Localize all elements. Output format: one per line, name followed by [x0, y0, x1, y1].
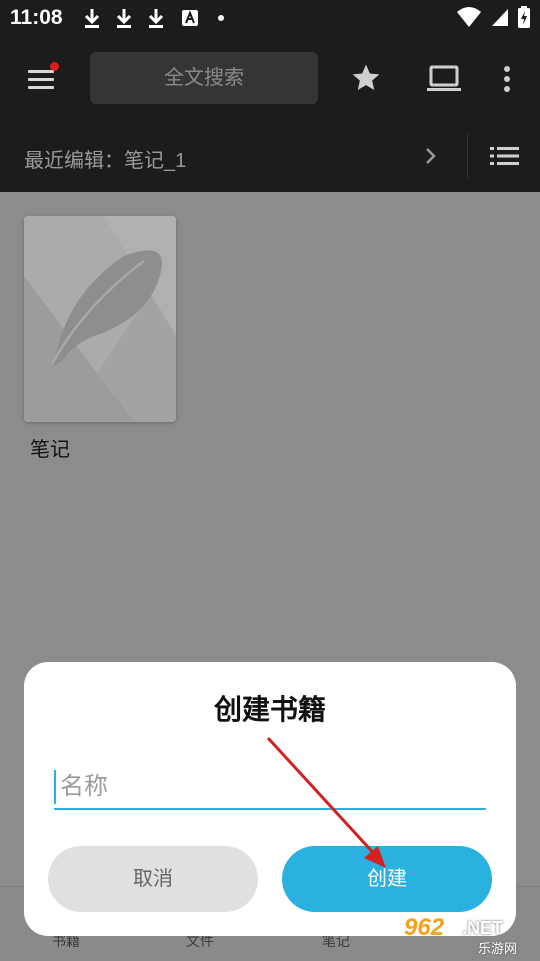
- create-button[interactable]: 创建: [282, 846, 492, 912]
- dialog-title: 创建书籍: [213, 694, 326, 725]
- status-bar: 11:08: [0, 0, 540, 36]
- star-icon[interactable]: [350, 62, 382, 94]
- search-input[interactable]: 全文搜索: [90, 52, 318, 104]
- notification-badge: [50, 62, 59, 71]
- recent-edit-bar[interactable]: 最近编辑：笔记_1: [0, 120, 540, 192]
- battery-charging-icon: [518, 6, 530, 28]
- watermark-net: .NET: [462, 918, 504, 938]
- menu-icon-line: [28, 78, 54, 81]
- watermark-logo: 962 .NET 乐游网: [400, 912, 534, 956]
- system-icons: [456, 6, 530, 28]
- cancel-button[interactable]: 取消: [48, 846, 258, 912]
- watermark-sub: 乐游网: [478, 941, 518, 956]
- app-bar: 全文搜索: [0, 36, 540, 120]
- watermark-num: 962: [404, 914, 445, 941]
- feather-icon: [24, 216, 176, 422]
- download-icon: [148, 9, 164, 28]
- input-underline: [54, 808, 486, 810]
- notification-dot: [218, 15, 224, 21]
- name-input[interactable]: [58, 762, 482, 812]
- text-icon: [182, 10, 198, 26]
- download-icon: [84, 9, 100, 28]
- book-title[interactable]: 笔记: [30, 433, 70, 462]
- clock: 11:08: [10, 6, 63, 29]
- menu-button[interactable]: [26, 62, 59, 92]
- laptop-icon[interactable]: [426, 64, 462, 94]
- text-cursor: [54, 770, 56, 804]
- download-icon: [116, 9, 132, 28]
- menu-icon: [28, 70, 54, 73]
- book-cover[interactable]: [24, 216, 176, 422]
- list-view-icon[interactable]: [490, 146, 520, 166]
- name-field[interactable]: [54, 762, 486, 812]
- signal-icon: [492, 9, 508, 26]
- wifi-icon: [457, 7, 481, 27]
- menu-icon-line: [28, 86, 54, 89]
- chevron-right-icon[interactable]: [424, 146, 438, 166]
- create-book-dialog: 创建书籍 取消 创建: [24, 662, 516, 936]
- recent-edit-label[interactable]: 最近编辑：笔记_1: [24, 144, 186, 173]
- divider: [467, 134, 468, 178]
- more-vertical-icon[interactable]: [500, 64, 514, 94]
